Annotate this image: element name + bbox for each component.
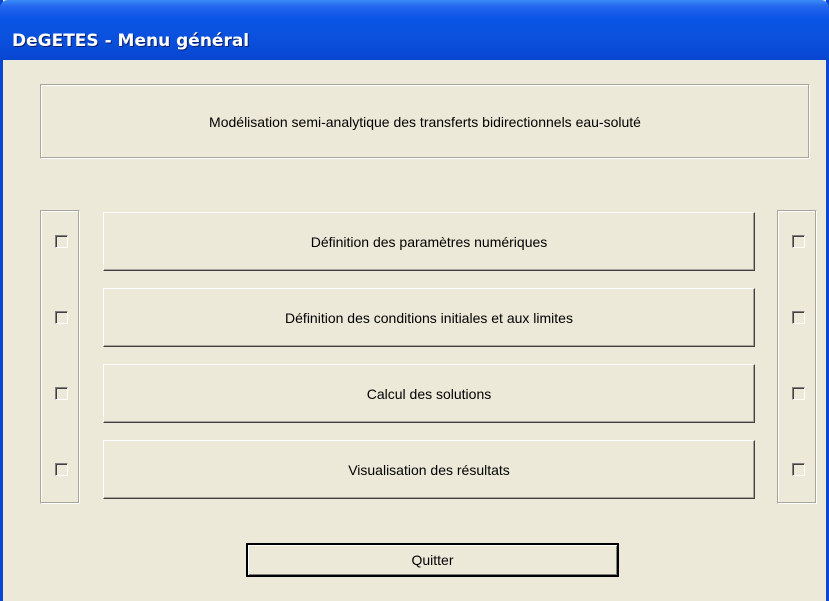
right-checkbox-2[interactable]	[792, 311, 805, 324]
left-checkbox-2[interactable]	[55, 311, 68, 324]
boundary-conditions-button[interactable]: Définition des conditions initiales et a…	[103, 288, 755, 347]
view-results-button[interactable]: Visualisation des résultats	[103, 440, 755, 499]
left-checkbox-4[interactable]	[55, 463, 68, 476]
left-checkbox-1[interactable]	[55, 235, 68, 248]
header-subtitle: Modélisation semi-analytique des transfe…	[209, 113, 641, 130]
right-checkbox-panel	[777, 210, 817, 504]
right-checkbox-3[interactable]	[792, 387, 805, 400]
header-panel: Modélisation semi-analytique des transfe…	[40, 84, 810, 159]
main-window: DeGETES - Menu général Modélisation semi…	[0, 0, 829, 601]
title-bar[interactable]: DeGETES - Menu général	[0, 0, 829, 60]
left-checkbox-panel	[40, 210, 80, 504]
window-title: DeGETES - Menu général	[12, 31, 250, 51]
right-checkbox-1[interactable]	[792, 235, 805, 248]
right-checkbox-4[interactable]	[792, 463, 805, 476]
quit-button-label: Quitter	[411, 552, 454, 568]
button-label: Calcul des solutions	[366, 385, 492, 402]
left-checkbox-3[interactable]	[55, 387, 68, 400]
button-label: Définition des paramètres numériques	[310, 233, 548, 250]
quit-button[interactable]: Quitter	[246, 543, 619, 577]
compute-solutions-button[interactable]: Calcul des solutions	[103, 364, 755, 423]
button-label: Définition des conditions initiales et a…	[285, 309, 573, 326]
numeric-parameters-button[interactable]: Définition des paramètres numériques	[103, 212, 755, 271]
button-label: Visualisation des résultats	[348, 461, 510, 478]
